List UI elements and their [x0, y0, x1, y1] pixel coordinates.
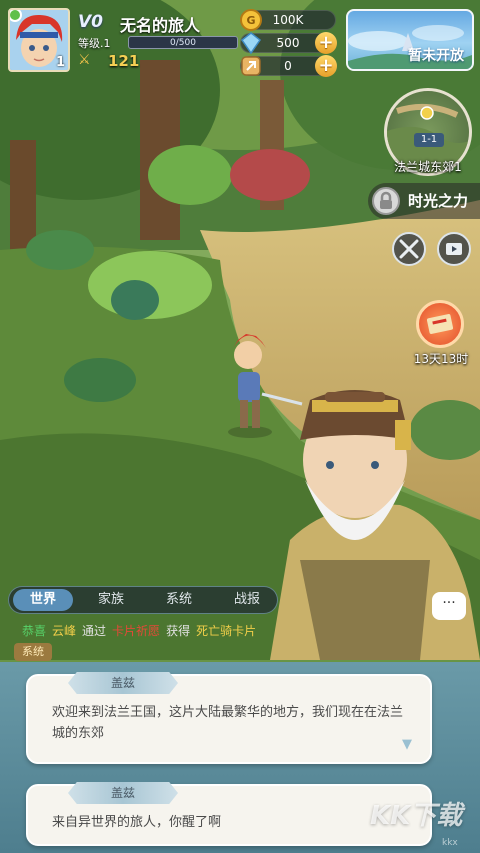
location-name: 法兰城东郊1: [394, 160, 462, 174]
time-power-label: 时光之力: [408, 192, 469, 210]
mail-button[interactable]: [416, 300, 464, 348]
chat-event-name: 卡片祈愿: [112, 624, 161, 638]
token-counter[interactable]: 0 +: [240, 55, 337, 77]
chat-word: 获得: [166, 624, 191, 638]
token-icon: [241, 56, 261, 76]
crystal-value: 500: [276, 36, 300, 50]
player-name: 无名的旅人: [120, 16, 201, 35]
crystal-icon: [240, 32, 262, 55]
plus-icon[interactable]: +: [315, 55, 337, 77]
tab-system[interactable]: 系统: [149, 589, 209, 611]
tab-family[interactable]: 家族: [81, 589, 141, 611]
chat-tabs: 世界 家族 系统 战报: [8, 586, 278, 614]
next-arrow-icon[interactable]: ▼: [402, 737, 412, 752]
dialog-speaker: 盖兹: [68, 672, 178, 694]
lock-icon: [372, 187, 400, 215]
battle-icon: [399, 239, 419, 259]
plus-icon[interactable]: +: [315, 32, 337, 54]
dialog-text: 来自异世界的旅人，你醒了啊: [52, 815, 222, 830]
gold-value: 100K: [272, 13, 304, 27]
chat-word: 通过: [82, 624, 107, 638]
event-banner[interactable]: 暂未开放: [346, 9, 474, 71]
gold-coin-icon: G: [240, 9, 262, 31]
avatar[interactable]: 1: [8, 8, 70, 72]
chat-message[interactable]: 恭喜 云峰 通过 卡片祈愿 获得 死亡骑卡片: [22, 622, 322, 639]
video-button[interactable]: [437, 232, 471, 266]
video-icon: [446, 243, 462, 255]
chat-item-name: 死亡骑卡片: [196, 624, 257, 638]
combat-power-value: 121: [108, 52, 140, 70]
watermark-logo: KK下载: [370, 801, 463, 831]
xp-bar: 0/500: [128, 36, 238, 49]
level-label: 等级.1: [78, 37, 111, 50]
gold-counter[interactable]: G 100K: [240, 9, 336, 31]
event-banner-label: 暂未开放: [408, 48, 464, 64]
battle-button[interactable]: [392, 232, 426, 266]
mail-icon: [426, 314, 454, 334]
crossed-swords-icon: ⚔: [78, 52, 91, 68]
xp-text: 0/500: [170, 38, 196, 48]
dialog-text: 欢迎来到法兰王国，这片大陆最繁华的地方，我们现在在法兰城的东郊: [52, 705, 404, 741]
chat-player-name: 云峰: [52, 624, 77, 638]
mail-timer: 13天13时: [413, 352, 469, 366]
chat-word: 恭喜: [22, 624, 47, 638]
stage-badge: 1-1: [414, 133, 444, 147]
svg-text:G: G: [246, 14, 255, 27]
player-panel[interactable]: 1 V0 无名的旅人 等级.1 0/500 ⚔ 121: [8, 8, 238, 72]
dialog-speaker: 盖兹: [68, 782, 178, 804]
tab-world[interactable]: 世界: [13, 589, 73, 611]
online-status-icon: [10, 10, 22, 22]
crystal-counter[interactable]: 500 +: [240, 32, 337, 55]
channel-tag: 系统: [14, 643, 52, 661]
watermark-site: kkx: [442, 838, 458, 848]
vip-badge[interactable]: V0: [78, 12, 103, 32]
map-pin-icon: [420, 106, 434, 120]
avatar-level: 1: [55, 55, 65, 70]
tab-battle-report[interactable]: 战报: [217, 589, 277, 611]
combat-power: ⚔ 121: [78, 52, 238, 72]
token-value: 0: [284, 59, 292, 73]
chat-bubble-icon[interactable]: ···: [432, 592, 466, 620]
time-power-button[interactable]: 时光之力: [368, 183, 480, 219]
dialog-box[interactable]: 盖兹 欢迎来到法兰王国，这片大陆最繁华的地方，我们现在在法兰城的东郊 ▼: [26, 672, 432, 764]
